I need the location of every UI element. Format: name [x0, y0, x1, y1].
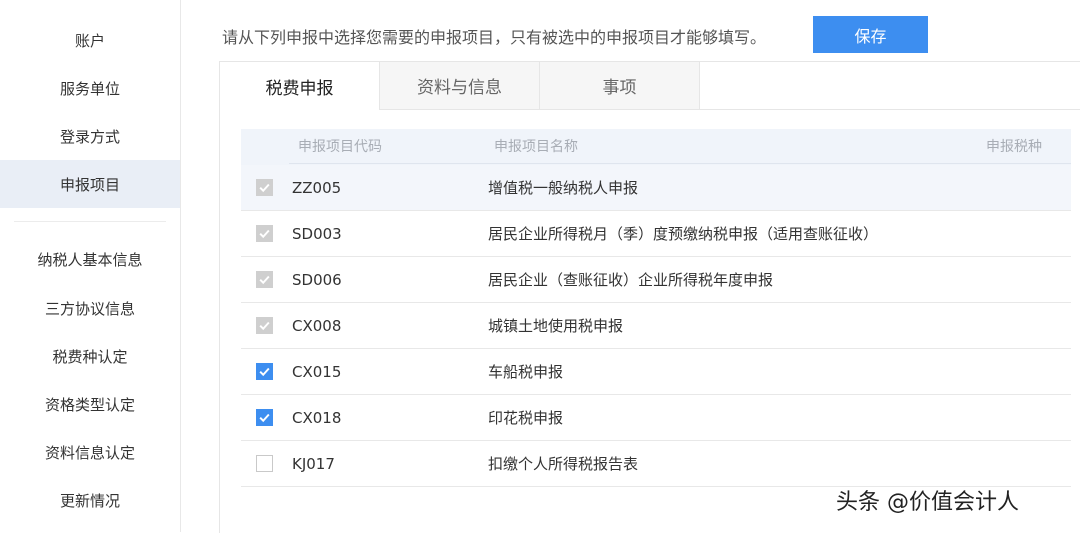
check-icon	[259, 321, 270, 331]
row-code: SD003	[292, 225, 342, 243]
sidebar-item-label: 登录方式	[59, 127, 120, 146]
sidebar-item-label: 账户	[74, 31, 105, 50]
row-code: KJ017	[292, 455, 335, 473]
row-code: CX008	[292, 317, 342, 335]
instruction-text: 请从下列申报中选择您需要的申报项目，只有被选中的申报项目才能够填写。	[222, 28, 767, 47]
tab-documents-info[interactable]: 资料与信息	[380, 62, 540, 109]
column-header-tax-type: 申报税种	[986, 139, 1042, 155]
sidebar-item-tripartite-agreement[interactable]: 三方协议信息	[0, 284, 180, 332]
save-button[interactable]: 保存	[813, 16, 928, 53]
column-header-code: 申报项目代码	[298, 139, 382, 155]
check-icon	[259, 275, 270, 285]
check-icon	[259, 229, 270, 239]
sidebar-item-declaration-items[interactable]: 申报项目	[0, 160, 180, 208]
sidebar-item-label: 资料信息认定	[44, 443, 135, 462]
sidebar-item-qualification[interactable]: 资格类型认定	[0, 380, 180, 428]
sidebar-item-tax-type[interactable]: 税费种认定	[0, 332, 180, 380]
sidebar-item-label: 税费种认定	[52, 347, 128, 366]
sidebar-item-login-method[interactable]: 登录方式	[0, 112, 180, 160]
sidebar-item-label: 服务单位	[59, 79, 120, 98]
row-name: 居民企业所得税月（季）度预缴纳税申报（适用查账征收）	[488, 225, 879, 243]
sidebar: 账户 服务单位 登录方式 申报项目 纳税人基本信息 三方协议信息 税费种认定 资…	[0, 0, 181, 532]
header-divider	[289, 163, 1071, 164]
table-row[interactable]: KJ017 扣缴个人所得税报告表	[241, 441, 1071, 487]
tab-tax-declaration[interactable]: 税费申报	[220, 62, 380, 110]
declaration-table: 申报项目代码 申报项目名称 申报税种 ZZ005 增值税一般纳税人申报 SD00…	[241, 129, 1071, 487]
check-icon	[259, 183, 270, 193]
sidebar-item-label: 纳税人基本信息	[37, 250, 143, 269]
check-icon	[259, 367, 270, 377]
row-checkbox[interactable]	[256, 409, 273, 426]
row-checkbox[interactable]	[256, 363, 273, 380]
table-row[interactable]: SD006 居民企业（查账征收）企业所得税年度申报	[241, 257, 1071, 303]
sidebar-item-account[interactable]: 账户	[0, 16, 180, 64]
row-code: CX015	[292, 363, 342, 381]
table-row[interactable]: SD003 居民企业所得税月（季）度预缴纳税申报（适用查账征收）	[241, 211, 1071, 257]
column-header-name: 申报项目名称	[494, 139, 578, 155]
check-icon	[259, 413, 270, 423]
row-name: 增值税一般纳税人申报	[488, 179, 639, 197]
sidebar-item-label: 更新情况	[59, 491, 120, 510]
sidebar-item-updates[interactable]: 更新情况	[0, 476, 180, 524]
row-name: 车船税申报	[488, 363, 564, 381]
row-code: CX018	[292, 409, 342, 427]
row-code: SD006	[292, 271, 342, 289]
row-checkbox	[256, 271, 273, 288]
row-name: 扣缴个人所得税报告表	[488, 455, 639, 473]
sidebar-item-service-unit[interactable]: 服务单位	[0, 64, 180, 112]
sidebar-item-label: 申报项目	[59, 175, 120, 194]
sidebar-item-label: 三方协议信息	[44, 299, 135, 318]
row-checkbox	[256, 317, 273, 334]
row-checkbox	[256, 225, 273, 242]
sidebar-divider	[14, 221, 166, 222]
row-checkbox[interactable]	[256, 455, 273, 472]
sidebar-item-label: 资格类型认定	[44, 395, 135, 414]
tab-bar: 税费申报 资料与信息 事项	[220, 62, 1080, 110]
table-row[interactable]: CX008 城镇土地使用税申报	[241, 303, 1071, 349]
tab-matters[interactable]: 事项	[540, 62, 700, 109]
table-row[interactable]: CX015 车船税申报	[241, 349, 1071, 395]
row-name: 印花税申报	[488, 409, 564, 427]
row-checkbox	[256, 179, 273, 196]
table-header: 申报项目代码 申报项目名称 申报税种	[241, 129, 1071, 165]
sidebar-item-taxpayer-info[interactable]: 纳税人基本信息	[0, 235, 180, 283]
main-panel: 税费申报 资料与信息 事项 申报项目代码 申报项目名称 申报税种 ZZ005 增…	[219, 61, 1080, 533]
sidebar-item-document-info[interactable]: 资料信息认定	[0, 428, 180, 476]
table-row[interactable]: ZZ005 增值税一般纳税人申报	[241, 165, 1071, 211]
row-name: 城镇土地使用税申报	[488, 317, 624, 335]
table-row[interactable]: CX018 印花税申报	[241, 395, 1071, 441]
row-code: ZZ005	[292, 179, 342, 197]
row-name: 居民企业（查账征收）企业所得税年度申报	[488, 271, 774, 289]
watermark: 头条 @价值会计人	[836, 490, 1019, 515]
